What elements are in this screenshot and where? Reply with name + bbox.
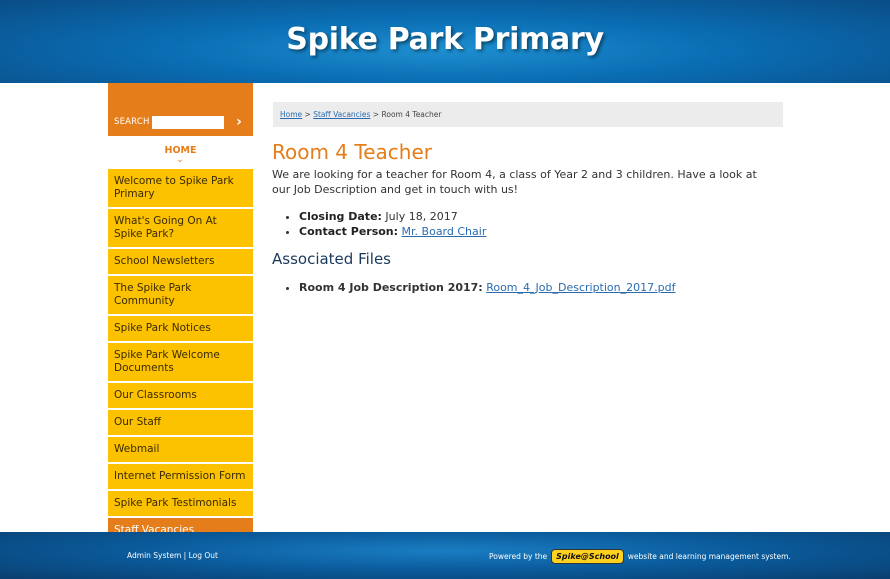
sidebar-item-webmail[interactable]: Webmail (108, 437, 253, 464)
admin-system-link[interactable]: Admin System (127, 551, 181, 560)
site-header: Spike Park Primary (0, 0, 890, 83)
sidebar-item-community[interactable]: The Spike Park Community (108, 276, 253, 316)
associated-files-heading: Associated Files (272, 250, 391, 268)
sidebar-item-classrooms[interactable]: Our Classrooms (108, 383, 253, 410)
sidebar-item-internet-permission[interactable]: Internet Permission Form (108, 464, 253, 491)
search-input[interactable] (152, 116, 224, 129)
list-item: Contact Person: Mr. Board Chair (299, 224, 486, 239)
breadcrumb-separator: > (370, 110, 382, 119)
site-title: Spike Park Primary (286, 22, 604, 57)
powered-by: Powered by the Spike@School website and … (489, 549, 791, 564)
sidebar-item-notices[interactable]: Spike Park Notices (108, 316, 253, 343)
list-item: Room 4 Job Description 2017: Room_4_Job_… (299, 280, 675, 295)
search-go-icon[interactable]: › (232, 114, 246, 130)
contact-person-link[interactable]: Mr. Board Chair (402, 225, 487, 238)
footer-admin-links: Admin System | Log Out (127, 551, 218, 560)
search-panel: SEARCH › (108, 83, 253, 136)
sidebar-item-testimonials[interactable]: Spike Park Testimonials (108, 491, 253, 518)
breadcrumb-current: Room 4 Teacher (381, 110, 442, 119)
search-label: SEARCH (114, 117, 150, 127)
vacancy-details: Closing Date: July 18, 2017 Contact Pers… (299, 209, 486, 239)
breadcrumb-separator: > (302, 110, 314, 119)
sidebar-item-newsletters[interactable]: School Newsletters (108, 249, 253, 276)
spike-at-school-logo[interactable]: Spike@School (551, 549, 624, 564)
sidebar-item-staff[interactable]: Our Staff (108, 410, 253, 437)
breadcrumb: Home > Staff Vacancies > Room 4 Teacher (273, 102, 783, 127)
sidebar-item-whats-going-on[interactable]: What's Going On At Spike Park? (108, 209, 253, 249)
sidebar-nav: Welcome to Spike Park Primary What's Goi… (108, 169, 253, 545)
file-download-link[interactable]: Room_4_Job_Description_2017.pdf (486, 281, 675, 294)
breadcrumb-home-link[interactable]: Home (280, 110, 302, 119)
powered-by-suffix: website and learning management system. (627, 552, 791, 561)
file-label: Room 4 Job Description 2017: (299, 281, 483, 294)
sidebar-item-welcome[interactable]: Welcome to Spike Park Primary (108, 169, 253, 209)
closing-date-label: Closing Date: (299, 210, 382, 223)
log-out-link[interactable]: Log Out (189, 551, 218, 560)
page-title: Room 4 Teacher (272, 140, 432, 164)
closing-date-value: July 18, 2017 (381, 210, 458, 223)
chevron-down-icon: ⌄ (176, 155, 184, 165)
sidebar-item-welcome-documents[interactable]: Spike Park Welcome Documents (108, 343, 253, 383)
powered-by-prefix: Powered by the (489, 552, 548, 561)
list-item: Closing Date: July 18, 2017 (299, 209, 486, 224)
intro-text: We are looking for a teacher for Room 4,… (272, 168, 757, 196)
footer-separator: | (181, 551, 189, 560)
contact-person-label: Contact Person: (299, 225, 399, 238)
site-footer: Admin System | Log Out Powered by the Sp… (0, 532, 890, 579)
page: Spike Park Primary SEARCH › HOME ⌄ Welco… (0, 0, 890, 579)
breadcrumb-staff-vacancies-link[interactable]: Staff Vacancies (313, 110, 370, 119)
associated-files-list: Room 4 Job Description 2017: Room_4_Job_… (299, 280, 675, 295)
